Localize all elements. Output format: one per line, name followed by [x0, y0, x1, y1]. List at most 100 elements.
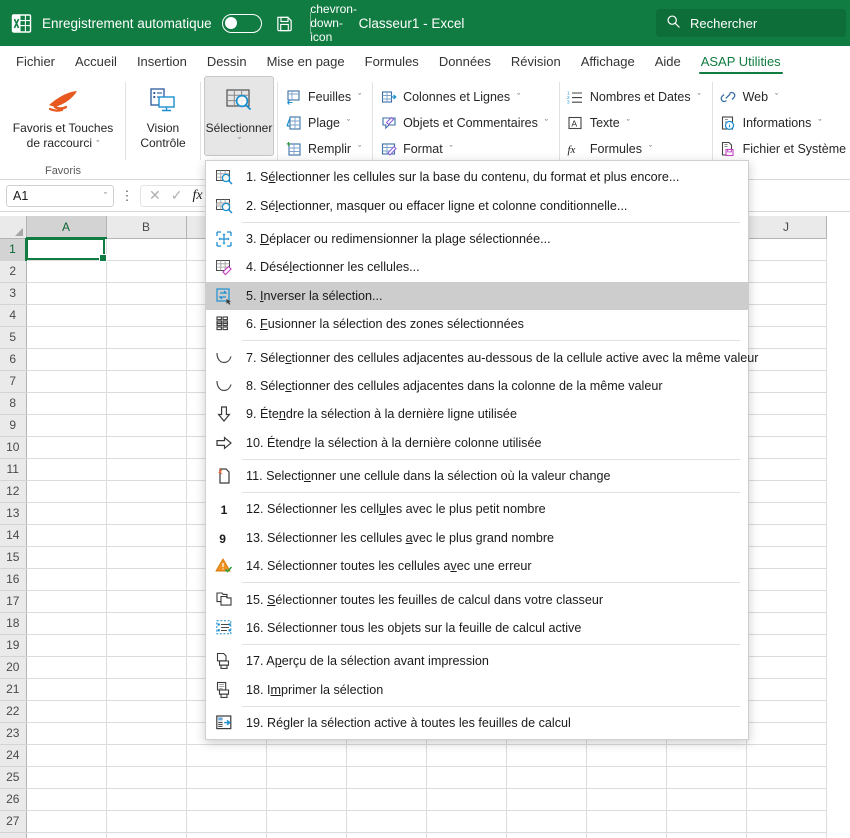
- cell-A22[interactable]: [26, 700, 107, 723]
- cell-A9[interactable]: [26, 414, 107, 437]
- cell-B9[interactable]: [106, 414, 187, 437]
- cell-A5[interactable]: [26, 326, 107, 349]
- menu-item-9[interactable]: 9. Étendre la sélection à la dernière li…: [206, 400, 748, 428]
- cell-A20[interactable]: [26, 656, 107, 679]
- cell-I27[interactable]: [666, 810, 747, 833]
- cell-A2[interactable]: [26, 260, 107, 283]
- cell-B28[interactable]: [106, 832, 187, 838]
- cell-B15[interactable]: [106, 546, 187, 569]
- row-header-12[interactable]: 12: [0, 480, 27, 503]
- tab-aide[interactable]: Aide: [645, 46, 691, 76]
- cell-G24[interactable]: [506, 744, 587, 767]
- cell-A6[interactable]: [26, 348, 107, 371]
- row-header-10[interactable]: 10: [0, 436, 27, 459]
- cell-B26[interactable]: [106, 788, 187, 811]
- cell-A4[interactable]: [26, 304, 107, 327]
- cell-A18[interactable]: [26, 612, 107, 635]
- cell-E28[interactable]: [346, 832, 427, 838]
- menu-item-2[interactable]: 2. Sélectionner, masquer ou effacer lign…: [206, 191, 748, 219]
- cell-B7[interactable]: [106, 370, 187, 393]
- search-input[interactable]: Rechercher: [656, 9, 846, 37]
- cell-A12[interactable]: [26, 480, 107, 503]
- cell-J2[interactable]: [746, 260, 827, 283]
- cell-C27[interactable]: [186, 810, 267, 833]
- menu-item-13[interactable]: 9 13. Sélectionner les cellules avec le p…: [206, 524, 748, 552]
- cell-B2[interactable]: [106, 260, 187, 283]
- cell-J25[interactable]: [746, 766, 827, 789]
- menu-item-8[interactable]: 8. Sélectionner des cellules adjacentes …: [206, 372, 748, 400]
- cell-J18[interactable]: [746, 612, 827, 635]
- row-header-16[interactable]: 16: [0, 568, 27, 591]
- row-header-8[interactable]: 8: [0, 392, 27, 415]
- row-header-23[interactable]: 23: [0, 722, 27, 745]
- cell-J16[interactable]: [746, 568, 827, 591]
- cell-A15[interactable]: [26, 546, 107, 569]
- cell-B11[interactable]: [106, 458, 187, 481]
- cell-J8[interactable]: [746, 392, 827, 415]
- cell-F24[interactable]: [426, 744, 507, 767]
- tab-formules[interactable]: Formules: [355, 46, 429, 76]
- row-header-9[interactable]: 9: [0, 414, 27, 437]
- save-icon[interactable]: [272, 10, 298, 36]
- cell-B18[interactable]: [106, 612, 187, 635]
- cell-J17[interactable]: [746, 590, 827, 613]
- menu-item-5[interactable]: 5. Inverser la sélection...: [206, 281, 748, 310]
- row-header-15[interactable]: 15: [0, 546, 27, 569]
- cell-B20[interactable]: [106, 656, 187, 679]
- cell-B5[interactable]: [106, 326, 187, 349]
- cell-D25[interactable]: [266, 766, 347, 789]
- menu-item-4[interactable]: 4. Désélectionner les cellules...: [206, 253, 748, 281]
- cell-B1[interactable]: [106, 238, 187, 261]
- tab-mise-en-page[interactable]: Mise en page: [257, 46, 355, 76]
- menu-item-11[interactable]: 11. Selectionner une cellule dans la sél…: [206, 462, 748, 490]
- menu-item-16[interactable]: 16. Sélectionner tous les objets sur la …: [206, 614, 748, 642]
- cell-B14[interactable]: [106, 524, 187, 547]
- tab-dessin[interactable]: Dessin: [197, 46, 257, 76]
- cell-E27[interactable]: [346, 810, 427, 833]
- cell-G28[interactable]: [506, 832, 587, 838]
- cell-A25[interactable]: [26, 766, 107, 789]
- ribbon-item-formules[interactable]: fx Formules ˇ: [563, 136, 709, 162]
- ribbon-item-plage[interactable]: Plage ˇ: [281, 110, 369, 136]
- menu-item-19[interactable]: 19. Régler la sélection active à toutes …: [206, 709, 748, 737]
- cell-J7[interactable]: [746, 370, 827, 393]
- cell-H26[interactable]: [586, 788, 667, 811]
- name-box[interactable]: A1 ˇ: [6, 184, 114, 207]
- cell-A11[interactable]: [26, 458, 107, 481]
- cell-A14[interactable]: [26, 524, 107, 547]
- ribbon-item-remplir[interactable]: Remplir ˇ: [281, 136, 369, 162]
- cell-J19[interactable]: [746, 634, 827, 657]
- menu-item-10[interactable]: 10. Étendre la sélection à la dernière c…: [206, 429, 748, 457]
- cell-I24[interactable]: [666, 744, 747, 767]
- cell-B24[interactable]: [106, 744, 187, 767]
- cell-C24[interactable]: [186, 744, 267, 767]
- cell-B27[interactable]: [106, 810, 187, 833]
- tab-accueil[interactable]: Accueil: [65, 46, 127, 76]
- cell-B23[interactable]: [106, 722, 187, 745]
- cell-J27[interactable]: [746, 810, 827, 833]
- cell-J12[interactable]: [746, 480, 827, 503]
- cell-B12[interactable]: [106, 480, 187, 503]
- cell-B21[interactable]: [106, 678, 187, 701]
- row-header-4[interactable]: 4: [0, 304, 27, 327]
- cell-G25[interactable]: [506, 766, 587, 789]
- tab-revision[interactable]: Révision: [501, 46, 571, 76]
- cell-B13[interactable]: [106, 502, 187, 525]
- cell-J20[interactable]: [746, 656, 827, 679]
- tab-affichage[interactable]: Affichage: [571, 46, 645, 76]
- vision-controle-button[interactable]: Vision Contrôle: [129, 76, 197, 156]
- cell-B3[interactable]: [106, 282, 187, 305]
- cell-A3[interactable]: [26, 282, 107, 305]
- favoris-raccourci-button[interactable]: Favoris et Touches de raccourci ˇ: [4, 76, 122, 156]
- chevron-down-icon[interactable]: ˇ: [104, 191, 107, 201]
- cell-D27[interactable]: [266, 810, 347, 833]
- cell-H28[interactable]: [586, 832, 667, 838]
- cell-J4[interactable]: [746, 304, 827, 327]
- cell-E26[interactable]: [346, 788, 427, 811]
- cell-A7[interactable]: [26, 370, 107, 393]
- cell-C28[interactable]: [186, 832, 267, 838]
- row-header-28[interactable]: 28: [0, 832, 27, 838]
- cell-E25[interactable]: [346, 766, 427, 789]
- chevron-down-icon[interactable]: chevron-down-icon: [310, 2, 357, 44]
- cell-J11[interactable]: [746, 458, 827, 481]
